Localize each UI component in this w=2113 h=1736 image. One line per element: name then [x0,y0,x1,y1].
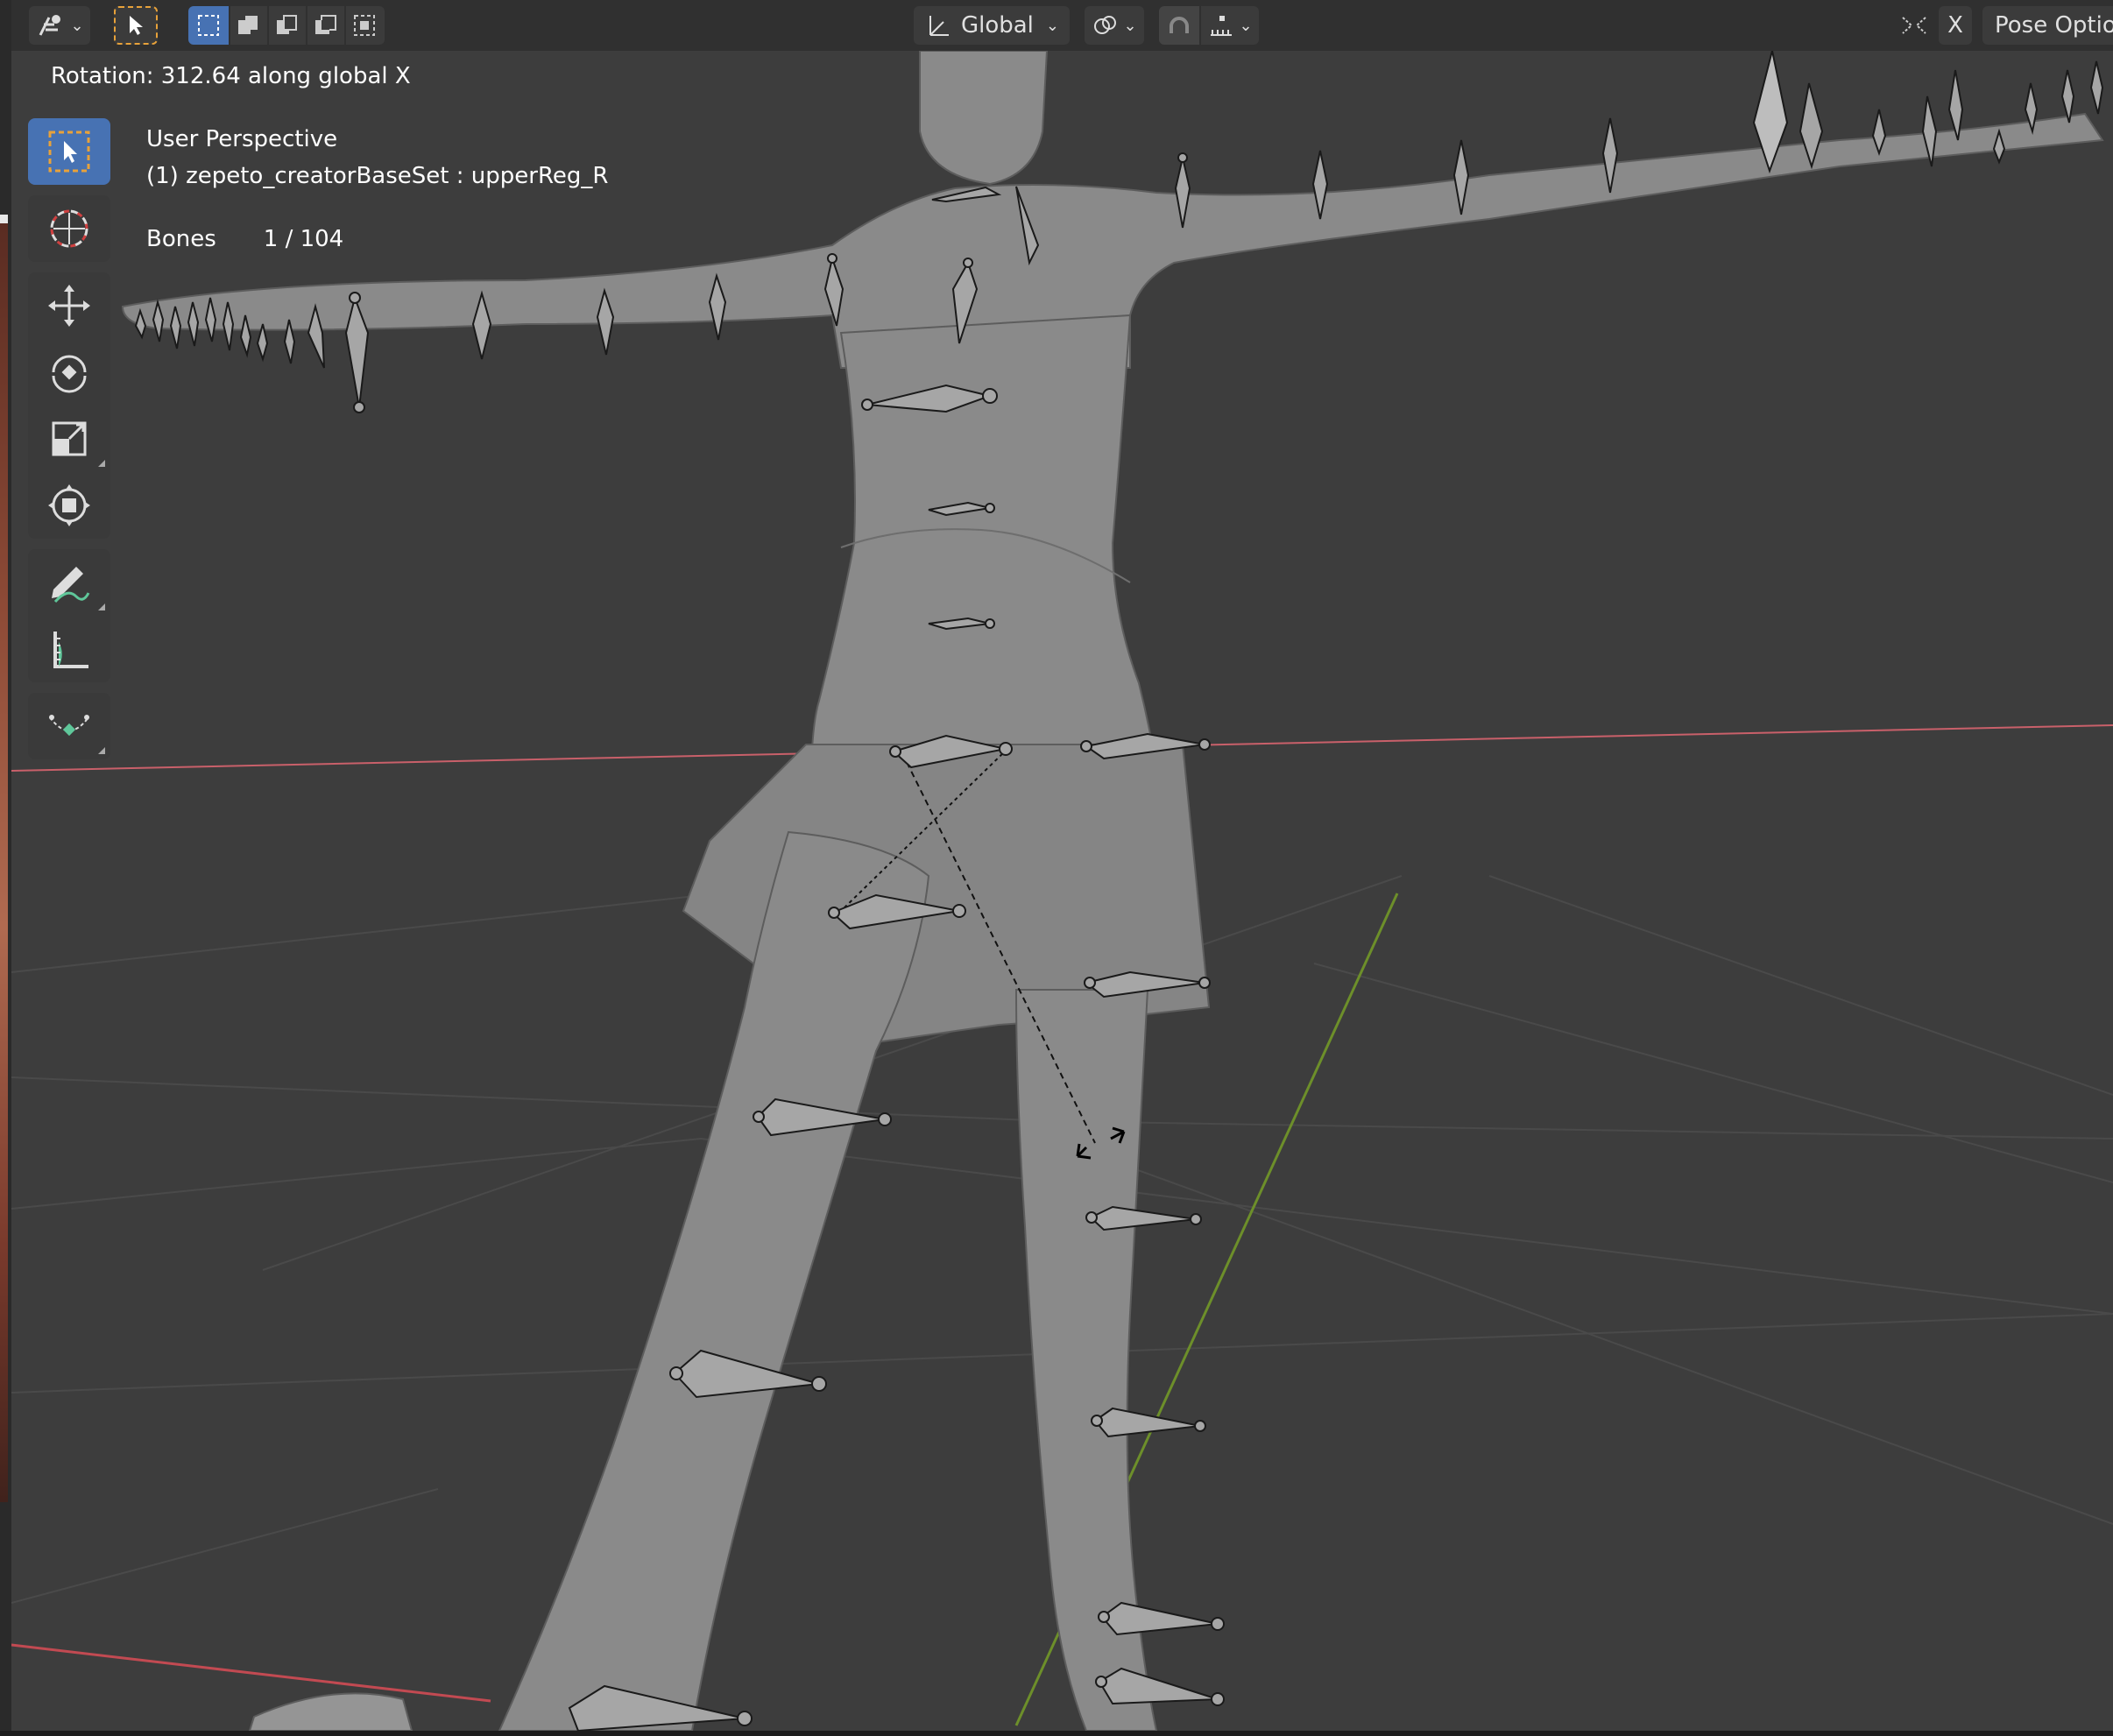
select-cursor-icon[interactable] [114,6,158,45]
view-name: User Perspective [146,126,338,152]
mirror-x-toggle[interactable]: X [1939,6,1972,45]
viewport-header: ⌄ Global ⌄ ⌄ ⌄ X Pose Optio [11,0,2113,51]
orientation-axes-icon [929,16,949,36]
measure-icon[interactable] [28,616,110,682]
pivot-point-icon[interactable]: ⌄ [1085,6,1144,45]
reference-image-fragment [0,223,8,1502]
transform-icon[interactable] [28,472,110,539]
bones-count: 1 / 104 [263,226,344,252]
annotate-icon[interactable] [28,549,110,616]
bones-label: Bones [146,226,216,252]
pose-mode-icon[interactable]: ⌄ [29,6,90,45]
bones-stat: Bones 1 / 104 [146,221,608,258]
x-mirror-icon[interactable] [1895,6,1933,45]
scale-icon[interactable] [28,406,110,472]
select-new-icon[interactable] [188,6,229,45]
transform-orientation-dropdown[interactable]: Global ⌄ [914,6,1070,45]
move-icon[interactable] [28,272,110,339]
snap-magnet-icon[interactable] [1159,6,1199,45]
snap-increment-icon[interactable]: ⌄ [1201,6,1259,45]
transform-orientation-label: Global [960,12,1034,39]
viewport-bottom-border [0,1731,2113,1736]
scene-render [11,51,2113,1731]
object-info: (1) zepeto_creatorBaseSet : upperReg_R [146,163,609,189]
select-extend-icon[interactable] [230,6,267,45]
left-panel-edge [0,0,11,1736]
relax-pose-icon[interactable] [28,693,110,759]
cursor-icon[interactable] [28,195,110,262]
operation-status: Rotation: 312.64 along global X [51,63,411,89]
pose-options-button[interactable]: Pose Optio [1982,6,2113,45]
rotate-icon[interactable] [28,339,110,406]
tool-shelf [28,118,110,770]
select-box-icon[interactable] [28,118,110,185]
viewport-overlay-info: User Perspective (1) zepeto_creatorBaseS… [146,121,608,258]
select-intersect-icon[interactable] [346,6,385,45]
select-difference-icon[interactable] [307,6,344,45]
x-axis-line-lower [11,1643,491,1703]
select-subtract-icon[interactable] [269,6,306,45]
3d-viewport[interactable] [11,51,2113,1731]
character-mesh [121,51,2104,1731]
